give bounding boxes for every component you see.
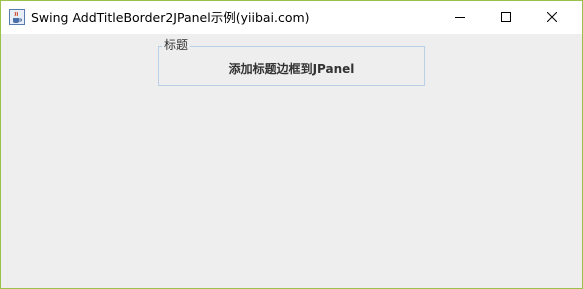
window-title: Swing AddTitleBorder2JPanel示例(yiibai.com… — [31, 10, 310, 25]
close-button[interactable] — [529, 1, 575, 34]
close-icon — [546, 9, 558, 27]
content-pane: 标题 添加标题边框到JPanel — [1, 34, 582, 288]
maximize-button[interactable] — [483, 1, 529, 34]
app-window: Swing AddTitleBorder2JPanel示例(yiibai.com… — [0, 0, 583, 289]
maximize-icon — [501, 9, 511, 27]
border-title: 标题 — [162, 38, 191, 52]
title-bar[interactable]: Swing AddTitleBorder2JPanel示例(yiibai.com… — [1, 1, 582, 34]
minimize-button[interactable] — [437, 1, 483, 34]
titled-border-panel: 标题 添加标题边框到JPanel — [158, 38, 425, 86]
java-cup-icon[interactable] — [9, 9, 25, 25]
minimize-icon — [455, 9, 465, 27]
panel-label: 添加标题边框到JPanel — [228, 62, 355, 76]
